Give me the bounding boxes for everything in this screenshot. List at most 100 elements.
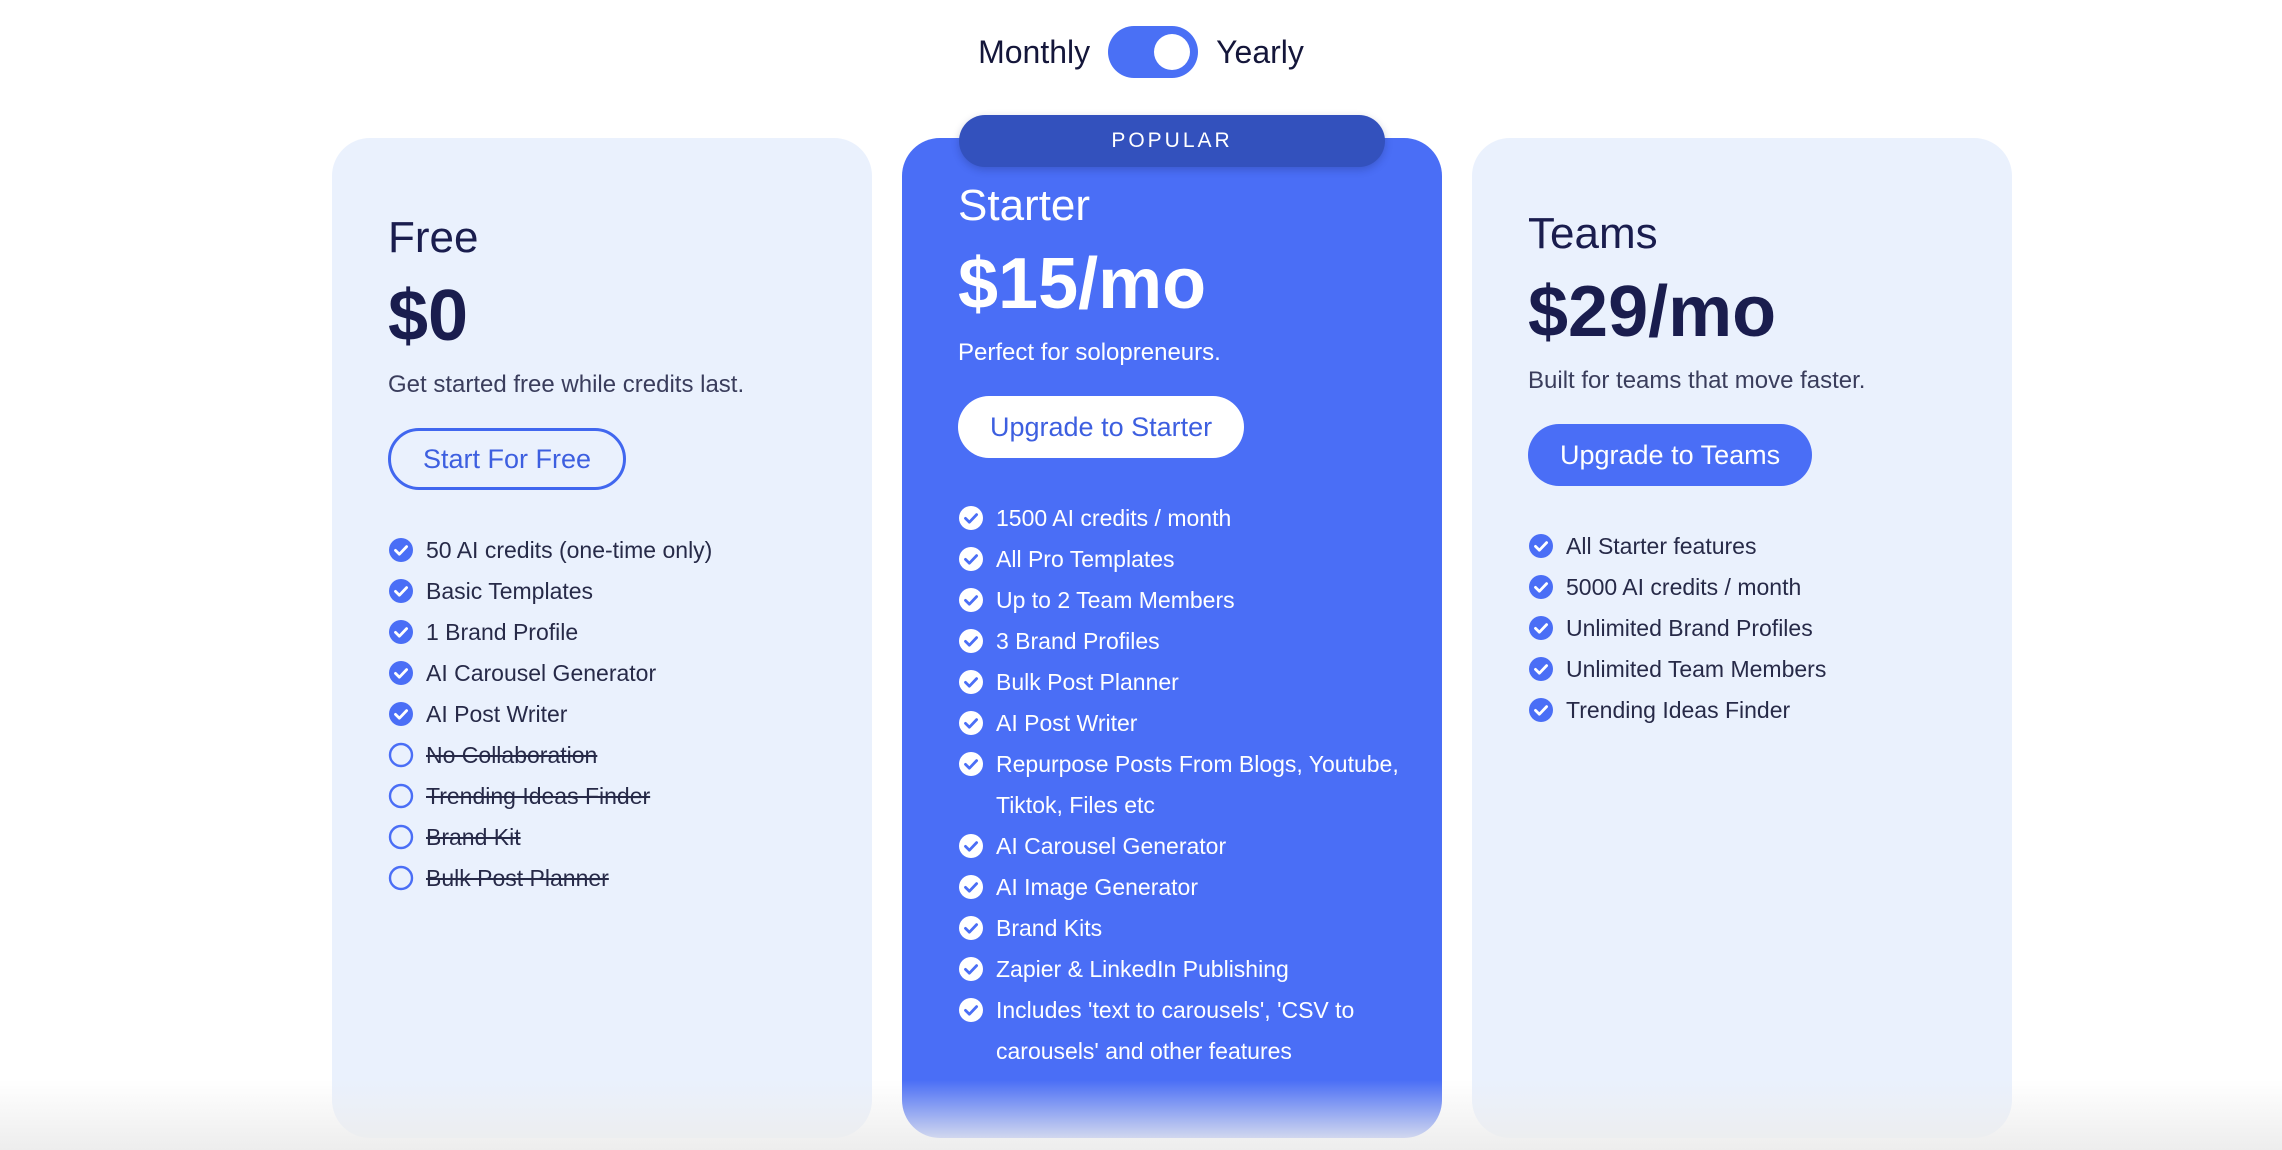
feature-text: Basic Templates [426, 578, 594, 604]
check-circle-icon [959, 588, 983, 612]
feature-text: AI Carousel Generator [426, 660, 657, 686]
upgrade-to-starter-button[interactable]: Upgrade to Starter [958, 396, 1245, 458]
start-for-free-button[interactable]: Start For Free [388, 428, 627, 490]
switch-knob [1154, 34, 1191, 70]
check-circle-icon [959, 752, 983, 776]
check-circle-icon [389, 661, 413, 685]
feature-item: All Pro Templates [958, 539, 1402, 580]
check-circle-icon [389, 702, 413, 726]
plan-description: Perfect for solopreneurs. [958, 339, 1221, 366]
feature-text: Bulk Post Planner [426, 865, 609, 891]
check-circle-icon [1529, 534, 1553, 558]
plan-price: $0 [388, 276, 469, 356]
check-circle-icon [1529, 616, 1553, 640]
feature-item: Basic Templates [388, 571, 832, 612]
feature-text: Trending Ideas Finder [1566, 697, 1791, 723]
feature-text: No Collaboration [426, 742, 598, 768]
feature-item: 1500 AI credits / month [958, 498, 1402, 539]
billing-toggle-row: Monthly Yearly [0, 25, 2282, 79]
billing-period-switch[interactable] [1108, 26, 1199, 78]
feature-item: Brand Kit [388, 817, 832, 858]
upgrade-to-teams-button[interactable]: Upgrade to Teams [1528, 424, 1813, 486]
feature-item: AI Image Generator [958, 867, 1402, 908]
check-circle-icon [959, 711, 983, 735]
feature-text: 3 Brand Profiles [996, 628, 1160, 654]
feature-item: Unlimited Brand Profiles [1528, 608, 1972, 649]
feature-item: Unlimited Team Members [1528, 649, 1972, 690]
empty-circle-icon [388, 742, 414, 768]
feature-item: 5000 AI credits / month [1528, 567, 1972, 608]
feature-text: Unlimited Team Members [1566, 656, 1827, 682]
feature-text: 1 Brand Profile [426, 619, 579, 645]
feature-text: AI Carousel Generator [996, 833, 1227, 859]
plan-name: Free [388, 213, 479, 262]
feature-item: Repurpose Posts From Blogs, Youtube, Tik… [958, 744, 1402, 826]
feature-list: 50 AI credits (one-time only) Basic Templ… [388, 530, 832, 899]
feature-text: Up to 2 Team Members [996, 587, 1235, 613]
feature-list: All Starter features 5000 AI credits / mo… [1528, 526, 1972, 731]
plan-name: Starter [958, 181, 1091, 230]
feature-item: All Starter features [1528, 526, 1972, 567]
check-circle-icon [1529, 698, 1553, 722]
empty-circle-icon [388, 783, 414, 809]
plan-card-starter: Starter $15/mo Perfect for solopreneurs.… [902, 138, 1442, 1138]
feature-item: AI Carousel Generator [958, 826, 1402, 867]
feature-item: 3 Brand Profiles [958, 621, 1402, 662]
feature-item: Trending Ideas Finder [1528, 690, 1972, 731]
feature-item: 50 AI credits (one-time only) [388, 530, 832, 571]
feature-item: AI Post Writer [958, 703, 1402, 744]
plan-description: Get started free while credits last. [388, 371, 745, 398]
feature-text: 50 AI credits (one-time only) [426, 537, 713, 563]
empty-circle-icon [388, 824, 414, 850]
feature-item: Bulk Post Planner [958, 662, 1402, 703]
check-circle-icon [1529, 657, 1553, 681]
check-circle-icon [959, 547, 983, 571]
feature-item: 1 Brand Profile [388, 612, 832, 653]
feature-text: Zapier & LinkedIn Publishing [996, 956, 1289, 982]
feature-text: Trending Ideas Finder [426, 783, 651, 809]
check-circle-icon [389, 538, 413, 562]
feature-item: Bulk Post Planner [388, 858, 832, 899]
check-circle-icon [959, 834, 983, 858]
check-circle-icon [389, 579, 413, 603]
feature-text: Brand Kit [426, 824, 521, 850]
feature-text: All Starter features [1566, 533, 1757, 559]
check-circle-icon [959, 957, 983, 981]
check-circle-icon [959, 875, 983, 899]
feature-item: No Collaboration [388, 735, 832, 776]
check-circle-icon [389, 620, 413, 644]
feature-item: Zapier & LinkedIn Publishing [958, 949, 1402, 990]
popular-badge: POPULAR [959, 115, 1385, 167]
plan-description: Built for teams that move faster. [1528, 367, 1866, 394]
check-circle-icon [959, 506, 983, 530]
feature-text: Repurpose Posts From Blogs, Youtube, Tik… [996, 751, 1399, 818]
check-circle-icon [1529, 575, 1553, 599]
feature-item: AI Carousel Generator [388, 653, 832, 694]
feature-text: Unlimited Brand Profiles [1566, 615, 1813, 641]
check-circle-icon [959, 998, 983, 1022]
check-circle-icon [959, 629, 983, 653]
plan-price: $29/mo [1528, 272, 1777, 352]
feature-item: Brand Kits [958, 908, 1402, 949]
feature-text: AI Post Writer [426, 701, 568, 727]
feature-text: All Pro Templates [996, 546, 1175, 572]
feature-text: Brand Kits [996, 915, 1103, 941]
feature-text: Bulk Post Planner [996, 669, 1179, 695]
feature-text: AI Image Generator [996, 874, 1198, 900]
plan-card-teams: Teams $29/mo Built for teams that move f… [1472, 138, 2012, 1138]
feature-text: 1500 AI credits / month [996, 505, 1232, 531]
monthly-label[interactable]: Monthly [978, 25, 1090, 79]
plan-name: Teams [1528, 209, 1658, 258]
check-circle-icon [959, 916, 983, 940]
feature-text: 5000 AI credits / month [1566, 574, 1802, 600]
feature-text: Includes 'text to carousels', 'CSV to ca… [996, 997, 1355, 1064]
yearly-label[interactable]: Yearly [1216, 25, 1304, 79]
feature-item: Includes 'text to carousels', 'CSV to ca… [958, 990, 1402, 1072]
plan-price: $15/mo [958, 244, 1207, 324]
empty-circle-icon [388, 865, 414, 891]
feature-item: Trending Ideas Finder [388, 776, 832, 817]
feature-text: AI Post Writer [996, 710, 1138, 736]
check-circle-icon [959, 670, 983, 694]
feature-item: AI Post Writer [388, 694, 832, 735]
plan-card-free: Free $0 Get started free while credits l… [332, 138, 872, 1138]
